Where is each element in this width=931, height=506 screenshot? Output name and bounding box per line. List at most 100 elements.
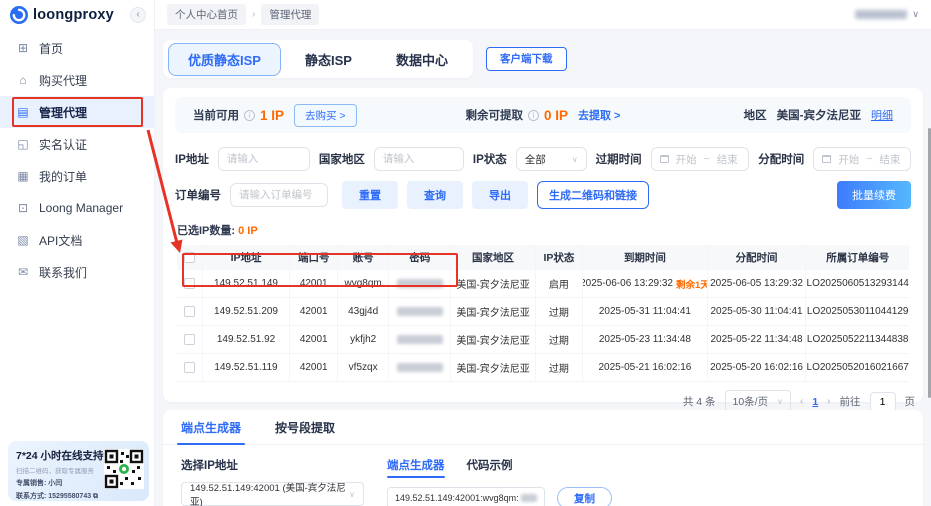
ip-filter-label: IP地址: [175, 154, 209, 166]
sub-tab-code-sample[interactable]: 代码示例: [467, 457, 513, 477]
sidebar-collapse-button[interactable]: ‹: [130, 7, 146, 23]
range-separator: ~: [703, 153, 710, 165]
ip-address-select[interactable]: 149.52.51.149:42001 (美国-宾夕法尼亚) ∨: [181, 482, 364, 506]
cell-status: 启用: [536, 270, 584, 297]
cell-assign: 2025-05-30 11:04:41: [708, 298, 807, 325]
client-download-button[interactable]: 客户端下载: [486, 47, 567, 71]
cell-country: 美国-宾夕法尼亚: [451, 326, 536, 353]
expire-remaining-tag: 剩余1天: [675, 279, 708, 291]
cell-port: 42001: [290, 354, 339, 381]
topbar: 个人中心首页 › 管理代理 ∨: [155, 0, 931, 30]
expire-filter-label: 过期时间: [595, 154, 642, 166]
cell-expire: 2025-06-06 13:29:32 剩余1天: [583, 270, 708, 297]
status-filter-label: IP状态: [472, 154, 507, 166]
reset-button[interactable]: 重置: [342, 181, 398, 209]
order-filter-input[interactable]: [230, 183, 328, 207]
tab-endpoint-generator[interactable]: 端点生成器: [176, 419, 246, 445]
product-tabs: 优质静态ISP 静态ISP 数据中心: [163, 40, 473, 78]
row-checkbox[interactable]: [183, 278, 195, 289]
col-assign: 分配时间: [708, 245, 807, 270]
row-checkbox[interactable]: [183, 334, 195, 345]
generator-sub-tabs: 端点生成器 代码示例: [387, 457, 905, 478]
logo-row: loongproxy ‹: [0, 0, 154, 30]
cell-password: [389, 326, 452, 353]
prev-page-button[interactable]: ‹: [800, 396, 803, 407]
goto-page-input[interactable]: [869, 391, 896, 412]
filter-row-2: 订单编号 重置 查询 导出 生成二维码和链接 批量续费: [175, 181, 911, 209]
copy-button[interactable]: 复制: [557, 487, 612, 506]
support-title: 7*24 小时在线支持: [16, 450, 104, 462]
cell-expire: 2025-05-31 11:04:41: [583, 298, 708, 325]
sidebar-item-buy-proxy[interactable]: ⌂ 购买代理: [0, 64, 154, 96]
sidebar-item-api-docs[interactable]: ▧ API文档: [0, 224, 154, 256]
selected-count-label: 已选IP数量:: [177, 225, 236, 237]
status-filter-select[interactable]: 全部 ∨: [515, 147, 587, 171]
batch-renew-button[interactable]: 批量续费: [837, 181, 911, 209]
sidebar-item-manage-proxy[interactable]: ▤ 管理代理: [0, 96, 154, 128]
sidebar: loongproxy ‹ ⊞ 首页 ⌂ 购买代理 ▤ 管理代理 ◱ 实名认证 ▦ 我的订单 ⊡ Loo…: [0, 0, 155, 506]
support-contact[interactable]: 联系方式: 15295580743 ⧉: [16, 491, 100, 501]
identity-verify-icon: ◱: [17, 137, 29, 151]
order-filter-label: 订单编号: [175, 190, 221, 202]
info-icon: i: [244, 109, 255, 121]
buy-more-button[interactable]: 去购买 >: [294, 103, 357, 127]
tab-extract-by-range[interactable]: 按号段提取: [275, 419, 335, 444]
endpoint-value: 149.52.51.149:42001:wvg8qm:: [395, 493, 519, 503]
sidebar-item-my-orders[interactable]: ▦ 我的订单: [0, 160, 154, 192]
col-ip: IP地址: [203, 245, 291, 270]
support-agent: 专属销售: 小闫: [16, 480, 63, 487]
next-page-button[interactable]: ›: [827, 396, 830, 407]
filter-row-1: IP地址 国家地区 IP状态 全部 ∨ 过期时间 开始 ~ 结束 分配时间 开始…: [175, 147, 911, 171]
status-filter-value: 全部: [524, 153, 546, 166]
cell-password: [389, 354, 452, 381]
table-row: 149.52.51.149 42001 wvg8qm 美国-宾夕法尼亚 启用 2025-0…: [177, 270, 909, 298]
cell-account: 43gj4d: [338, 298, 390, 325]
app-root: loongproxy ‹ ⊞ 首页 ⌂ 购买代理 ▤ 管理代理 ◱ 实名认证 ▦ 我的订单 ⊡ Loo…: [0, 0, 931, 506]
breadcrumb-home[interactable]: 个人中心首页: [167, 4, 246, 25]
cell-ip: 149.52.51.209: [203, 298, 291, 325]
goto-label: 前往: [839, 396, 861, 408]
breadcrumb-current[interactable]: 管理代理: [261, 4, 320, 25]
sidebar-item-label: 我的订单: [39, 169, 88, 184]
select-all-checkbox[interactable]: [183, 252, 195, 263]
cell-account: vf5zqx: [338, 354, 390, 381]
user-menu[interactable]: ∨: [855, 9, 919, 20]
row-checkbox[interactable]: [183, 362, 195, 373]
ip-address-select-value: 149.52.51.149:42001 (美国-宾夕法尼亚): [190, 483, 346, 506]
extract-link[interactable]: 去提取 >: [578, 107, 620, 123]
cell-account: ykfjh2: [338, 326, 390, 353]
cell-order: LO2025052211344838: [806, 334, 909, 345]
cell-assign: 2025-06-05 13:29:32: [708, 270, 807, 297]
query-button[interactable]: 查询: [407, 181, 463, 209]
cell-account: wvg8qm: [338, 270, 390, 297]
chevron-down-icon: ∨: [777, 397, 783, 406]
sidebar-menu: ⊞ 首页 ⌂ 购买代理 ▤ 管理代理 ◱ 实名认证 ▦ 我的订单 ⊡ Loong Manager ▧ AP…: [0, 32, 154, 288]
tab-datacenter[interactable]: 数据中心: [376, 43, 468, 76]
country-filter-input[interactable]: [373, 147, 464, 171]
row-checkbox[interactable]: [183, 306, 195, 317]
cell-assign: 2025-05-20 16:02:16: [708, 354, 807, 381]
region-detail-link[interactable]: 明细: [871, 107, 893, 123]
sidebar-item-loong-manager[interactable]: ⊡ Loong Manager: [0, 192, 154, 224]
page-number[interactable]: 1: [812, 396, 818, 408]
sidebar-item-contact-us[interactable]: ✉ 联系我们: [0, 256, 154, 288]
cell-port: 42001: [290, 326, 339, 353]
sidebar-item-home[interactable]: ⊞ 首页: [0, 32, 154, 64]
tab-static-isp[interactable]: 静态ISP: [285, 43, 372, 76]
generate-qr-link-button[interactable]: 生成二维码和链接: [537, 181, 649, 209]
endpoint-output[interactable]: 149.52.51.149:42001:wvg8qm:: [387, 487, 545, 506]
sub-tab-endpoint-generator[interactable]: 端点生成器: [387, 457, 445, 478]
select-ip-label: 选择IP地址: [181, 460, 238, 472]
cell-expire: 2025-05-21 16:02:16: [583, 354, 708, 381]
assign-date-range[interactable]: 开始 ~ 结束: [813, 147, 911, 171]
password-redacted: [396, 279, 443, 288]
export-button[interactable]: 导出: [472, 181, 528, 209]
selected-count-value: 0 IP: [238, 225, 258, 237]
sidebar-item-label: 管理代理: [39, 105, 88, 120]
cell-order: LO2025060513293144: [806, 278, 909, 289]
sidebar-item-identity-verify[interactable]: ◱ 实名认证: [0, 128, 154, 160]
cell-ip: 149.52.51.149: [203, 270, 291, 297]
expire-date-range[interactable]: 开始 ~ 结束: [650, 147, 750, 171]
ip-filter-input[interactable]: [217, 147, 310, 171]
tab-premium-static-isp[interactable]: 优质静态ISP: [168, 42, 281, 76]
